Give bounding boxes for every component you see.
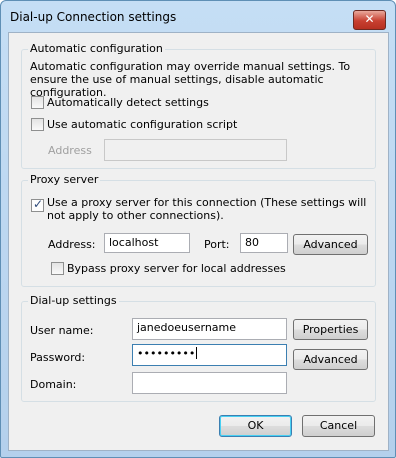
- dialup-advanced-button[interactable]: Advanced: [293, 349, 368, 370]
- use-proxy-checkbox[interactable]: ✓: [31, 197, 44, 212]
- proxy-port-input[interactable]: 80: [240, 233, 288, 253]
- auto-config-group: Automatic configuration Automatic config…: [21, 42, 376, 169]
- dialup-legend: Dial-up settings: [28, 294, 119, 307]
- bypass-local-checkbox[interactable]: [51, 262, 64, 275]
- proxy-advanced-button[interactable]: Advanced: [293, 234, 368, 255]
- properties-button[interactable]: Properties: [293, 319, 368, 340]
- auto-detect-label[interactable]: Automatically detect settings: [47, 96, 209, 109]
- proxy-port-label: Port:: [204, 238, 230, 251]
- auto-address-label: Address: [48, 144, 92, 157]
- checkmark-icon: ✓: [33, 197, 44, 211]
- password-value: •••••••••: [137, 347, 196, 360]
- auto-script-label[interactable]: Use automatic configuration script: [47, 118, 237, 131]
- proxy-group: Proxy server ✓ Use a proxy server for th…: [21, 173, 376, 287]
- dialog-body: Automatic configuration Automatic config…: [8, 32, 389, 451]
- dialog-window: Dial-up Connection settings ✕ Automatic …: [0, 0, 396, 458]
- password-label: Password:: [30, 351, 86, 364]
- username-label: User name:: [30, 324, 94, 337]
- close-icon: ✕: [364, 12, 375, 26]
- close-button[interactable]: ✕: [353, 10, 386, 30]
- proxy-address-label: Address:: [48, 238, 96, 251]
- window-title: Dial-up Connection settings: [10, 10, 177, 24]
- proxy-legend: Proxy server: [28, 173, 101, 186]
- use-proxy-label[interactable]: Use a proxy server for this connection (…: [47, 196, 369, 222]
- auto-config-description: Automatic configuration may override man…: [30, 60, 351, 99]
- password-input[interactable]: •••••••••: [132, 344, 287, 366]
- cancel-button[interactable]: Cancel: [302, 415, 375, 437]
- auto-config-legend: Automatic configuration: [28, 42, 165, 55]
- title-bar[interactable]: Dial-up Connection settings ✕: [1, 1, 395, 33]
- domain-input[interactable]: [132, 372, 287, 394]
- bypass-local-label[interactable]: Bypass proxy server for local addresses: [67, 262, 286, 275]
- auto-address-input[interactable]: [104, 139, 287, 161]
- text-caret: [196, 347, 198, 359]
- dialup-group: Dial-up settings User name: janedoeusern…: [21, 294, 376, 402]
- auto-detect-checkbox[interactable]: [31, 96, 44, 109]
- auto-script-checkbox[interactable]: [31, 118, 44, 131]
- username-input[interactable]: janedoeusername: [132, 318, 287, 340]
- ok-button[interactable]: OK: [219, 415, 292, 437]
- proxy-address-input[interactable]: localhost: [104, 233, 190, 253]
- domain-label: Domain:: [30, 378, 77, 391]
